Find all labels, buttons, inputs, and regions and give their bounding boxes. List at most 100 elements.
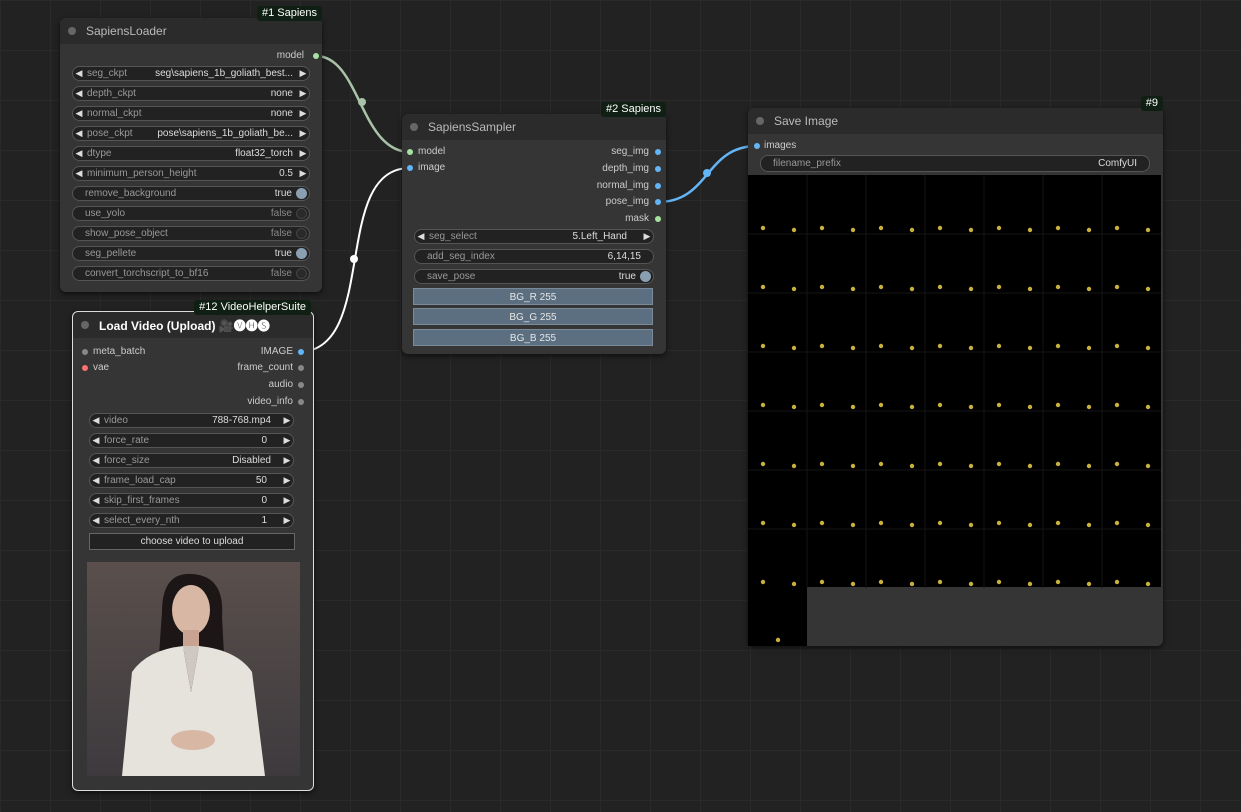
video-preview[interactable]	[87, 562, 300, 776]
output-dot-mask[interactable]	[655, 216, 661, 222]
output-dot-seg-img[interactable]	[655, 149, 661, 155]
bg-r-slider[interactable]: BG_R 255	[413, 288, 653, 305]
output-slot-model[interactable]: model	[224, 49, 304, 63]
arrow-right-icon[interactable]: ▶	[297, 128, 309, 139]
arrow-left-icon[interactable]: ◀	[73, 168, 85, 179]
toggle-show-pose-object[interactable]: show_pose_object false	[72, 226, 310, 241]
input-slot-image[interactable]: image	[418, 161, 445, 175]
number-select-every-nth[interactable]: ◀ select_every_nth 1 ▶	[89, 513, 294, 528]
output-slot-seg-img[interactable]: seg_img	[549, 145, 649, 159]
arrow-left-icon[interactable]: ◀	[73, 108, 85, 119]
arrow-right-icon[interactable]: ▶	[281, 475, 293, 486]
arrow-left-icon[interactable]: ◀	[90, 455, 102, 466]
output-slot-audio[interactable]: audio	[193, 378, 293, 392]
node-title-bar[interactable]: SapiensLoader	[60, 18, 322, 44]
bg-g-slider[interactable]: BG_G 255	[413, 308, 653, 325]
link-image-midpoint[interactable]	[350, 255, 358, 263]
node-title-bar[interactable]: Load Video (Upload) 🎥🅥🅗🅢	[73, 312, 313, 338]
number-minimum-person-height[interactable]: ◀ minimum_person_height 0.5 ▶	[72, 166, 310, 181]
combo-force-size[interactable]: ◀ force_size Disabled ▶	[89, 453, 294, 468]
input-dot-vae[interactable]	[82, 365, 88, 371]
link-pose-images[interactable]	[657, 144, 758, 204]
arrow-right-icon[interactable]: ▶	[297, 168, 309, 179]
collapse-dot-icon[interactable]	[756, 117, 764, 125]
toggle-knob[interactable]	[640, 271, 651, 282]
output-slot-depth-img[interactable]: depth_img	[549, 162, 649, 176]
arrow-left-icon[interactable]: ◀	[73, 88, 85, 99]
output-dot-pose-img[interactable]	[655, 199, 661, 205]
output-image-preview-grid[interactable]	[748, 175, 1161, 646]
arrow-right-icon[interactable]: ▶	[297, 88, 309, 99]
input-dot-model[interactable]	[407, 149, 413, 155]
node-title-bar[interactable]: Save Image	[748, 108, 1163, 134]
combo-seg-ckpt[interactable]: ◀ seg_ckpt seg\sapiens_1b_goliath_best..…	[72, 66, 310, 81]
arrow-left-icon[interactable]: ◀	[90, 435, 102, 446]
load-video-node[interactable]: #12 VideoHelperSuite Load Video (Upload)…	[72, 300, 314, 791]
input-dot-meta-batch[interactable]	[82, 349, 88, 355]
arrow-right-icon[interactable]: ▶	[281, 495, 293, 506]
arrow-right-icon[interactable]: ▶	[297, 108, 309, 119]
text-add-seg-index[interactable]: add_seg_index 6,14,15	[414, 249, 654, 264]
output-dot-video-info[interactable]	[298, 399, 304, 405]
output-dot-depth-img[interactable]	[655, 166, 661, 172]
combo-pose-ckpt[interactable]: ◀ pose_ckpt pose\sapiens_1b_goliath_be..…	[72, 126, 310, 141]
save-image-node[interactable]: #9 Save Image images filename_prefix Com…	[748, 96, 1163, 646]
arrow-right-icon[interactable]: ▶	[281, 515, 293, 526]
text-filename-prefix[interactable]: filename_prefix ComfyUI	[760, 155, 1150, 172]
link-pose-midpoint[interactable]	[703, 169, 711, 177]
preview-last-frame[interactable]	[748, 587, 807, 646]
link-model[interactable]	[315, 54, 411, 154]
toggle-knob[interactable]	[296, 268, 307, 279]
output-dot-normal-img[interactable]	[655, 183, 661, 189]
output-dot-model[interactable]	[313, 53, 319, 59]
toggle-knob[interactable]	[296, 228, 307, 239]
number-frame-load-cap[interactable]: ◀ frame_load_cap 50 ▶	[89, 473, 294, 488]
arrow-right-icon[interactable]: ▶	[297, 148, 309, 159]
combo-normal-ckpt[interactable]: ◀ normal_ckpt none ▶	[72, 106, 310, 121]
output-slot-pose-img[interactable]: pose_img	[549, 195, 649, 209]
output-dot-audio[interactable]	[298, 382, 304, 388]
output-slot-image[interactable]: IMAGE	[193, 345, 293, 359]
toggle-convert-torchscript[interactable]: convert_torchscript_to_bf16 false	[72, 266, 310, 281]
bg-b-slider[interactable]: BG_B 255	[413, 329, 653, 346]
toggle-knob[interactable]	[296, 208, 307, 219]
toggle-remove-background[interactable]: remove_background true	[72, 186, 310, 201]
collapse-dot-icon[interactable]	[68, 27, 76, 35]
combo-seg-select[interactable]: ◀ seg_select 5.Left_Hand ▶	[414, 229, 654, 244]
arrow-left-icon[interactable]: ◀	[90, 515, 102, 526]
arrow-left-icon[interactable]: ◀	[90, 495, 102, 506]
toggle-use-yolo[interactable]: use_yolo false	[72, 206, 310, 221]
arrow-right-icon[interactable]: ▶	[297, 68, 309, 79]
input-dot-image[interactable]	[407, 165, 413, 171]
choose-video-upload-button[interactable]: choose video to upload	[89, 533, 295, 550]
collapse-dot-icon[interactable]	[81, 321, 89, 329]
combo-depth-ckpt[interactable]: ◀ depth_ckpt none ▶	[72, 86, 310, 101]
arrow-left-icon[interactable]: ◀	[73, 128, 85, 139]
link-model-midpoint[interactable]	[358, 98, 366, 106]
combo-video[interactable]: ◀ video 788-768.mp4 ▶	[89, 413, 294, 428]
output-slot-frame-count[interactable]: frame_count	[193, 361, 293, 375]
input-slot-images[interactable]: images	[764, 139, 796, 153]
input-slot-meta-batch[interactable]: meta_batch	[93, 345, 145, 359]
toggle-save-pose[interactable]: save_pose true	[414, 269, 654, 284]
arrow-left-icon[interactable]: ◀	[415, 231, 427, 242]
input-dot-images[interactable]	[754, 143, 760, 149]
arrow-right-icon[interactable]: ▶	[281, 415, 293, 426]
arrow-right-icon[interactable]: ▶	[641, 231, 653, 242]
toggle-knob[interactable]	[296, 248, 307, 259]
number-force-rate[interactable]: ◀ force_rate 0 ▶	[89, 433, 294, 448]
toggle-knob[interactable]	[296, 188, 307, 199]
arrow-left-icon[interactable]: ◀	[90, 475, 102, 486]
combo-dtype[interactable]: ◀ dtype float32_torch ▶	[72, 146, 310, 161]
output-slot-normal-img[interactable]: normal_img	[549, 179, 649, 193]
sapiens-sampler-node[interactable]: #2 Sapiens SapiensSampler model image se…	[402, 102, 666, 354]
arrow-left-icon[interactable]: ◀	[90, 415, 102, 426]
arrow-left-icon[interactable]: ◀	[73, 148, 85, 159]
output-dot-image[interactable]	[298, 349, 304, 355]
input-slot-model[interactable]: model	[418, 145, 445, 159]
number-skip-first-frames[interactable]: ◀ skip_first_frames 0 ▶	[89, 493, 294, 508]
toggle-seg-pellete[interactable]: seg_pellete true	[72, 246, 310, 261]
output-slot-video-info[interactable]: video_info	[193, 395, 293, 409]
output-slot-mask[interactable]: mask	[549, 212, 649, 226]
arrow-right-icon[interactable]: ▶	[281, 455, 293, 466]
